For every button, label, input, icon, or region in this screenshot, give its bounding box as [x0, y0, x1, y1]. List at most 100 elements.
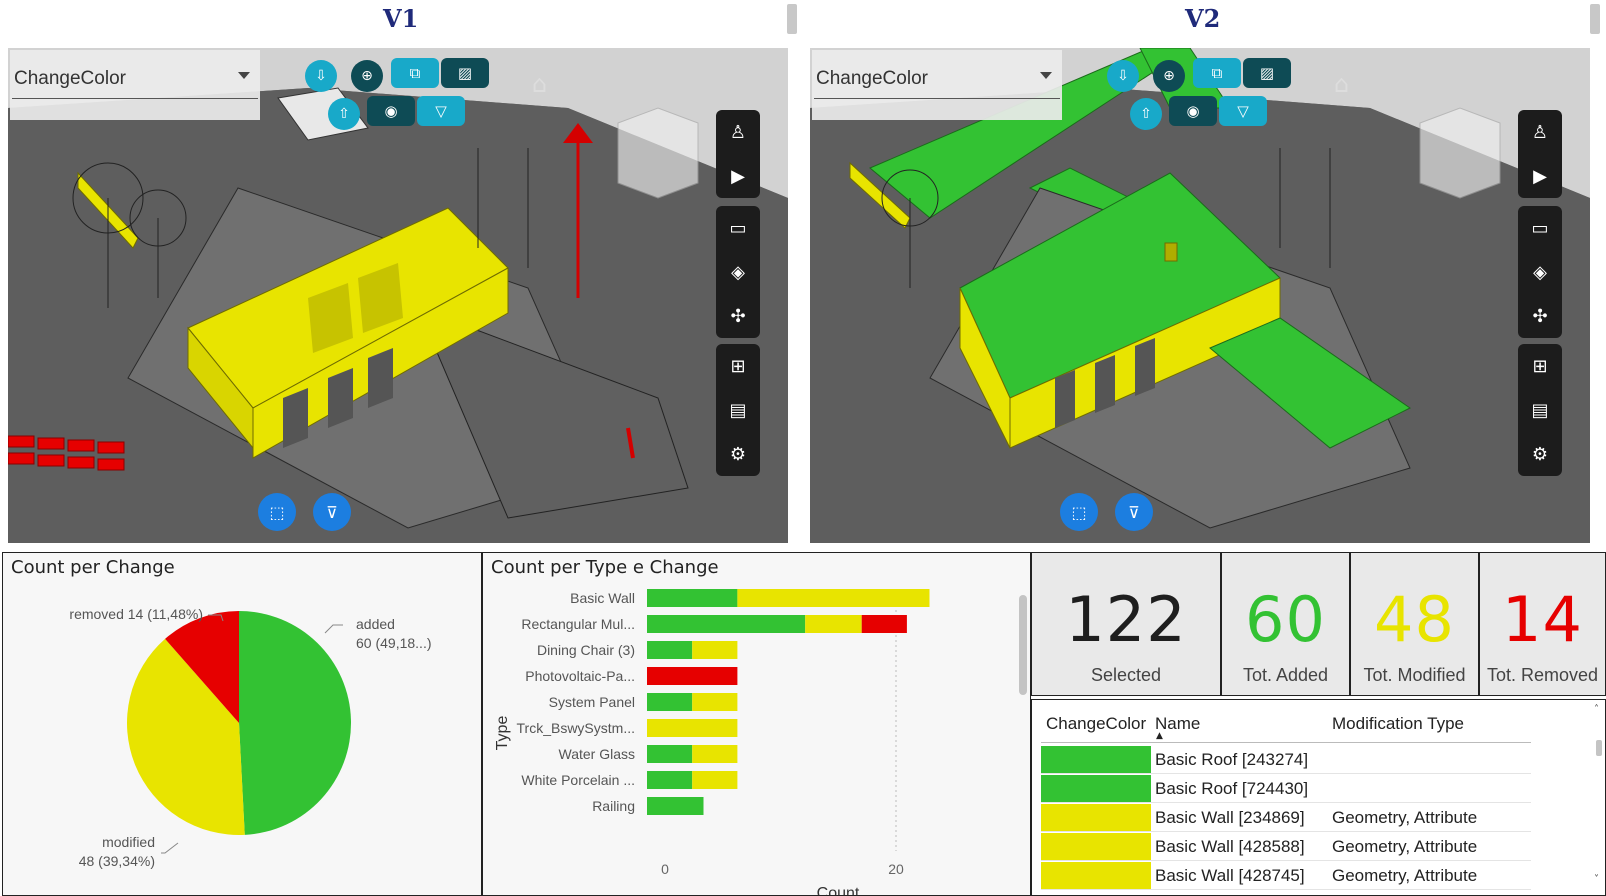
bar-segment-modified[interactable] — [692, 745, 738, 763]
bar-segment-modified[interactable] — [805, 615, 862, 633]
kpi-selected-label: Selected — [1090, 665, 1162, 685]
settings-icon[interactable]: ⚙ — [716, 432, 760, 476]
bar-segment-modified[interactable] — [692, 641, 738, 659]
leader-line-modified — [161, 842, 179, 854]
bar-segment-added[interactable] — [647, 771, 693, 789]
bar-segment-modified[interactable] — [692, 693, 738, 711]
bar-segment-modified[interactable] — [647, 719, 738, 737]
bar-category-label: Basic Wall — [570, 590, 635, 606]
focus-button[interactable]: ⊕ — [351, 60, 383, 92]
hatch-button[interactable]: ▨ — [441, 58, 489, 88]
navigation-toolbar: ♙ ▶ — [716, 110, 760, 198]
column-header-modification-type[interactable]: Modification Type — [1332, 714, 1464, 734]
target-icon: ◉ — [1186, 102, 1200, 120]
viewer-v2[interactable]: ChangeColor ⇩ ⊕ ⧉ ▨ ⇧ ◉ ▽ ⌂ ♙ ▶ ▭ ◈ ✣ ⊞ … — [810, 48, 1590, 543]
dropdown-value: ChangeColor — [816, 68, 928, 89]
table-row[interactable]: Basic Wall [234869] Geometry, Attribute — [1041, 803, 1531, 832]
expand-up-icon: ⇧ — [1140, 106, 1152, 122]
x-tick-20: 20 — [888, 861, 904, 877]
pie-chart-panel: Count per Change removed 14 (11,48%) add… — [2, 552, 482, 896]
copy-button[interactable]: ⧉ — [391, 58, 439, 88]
camera-icon[interactable]: ▶ — [716, 154, 760, 198]
table-row[interactable]: Basic Roof [724430] — [1041, 774, 1531, 803]
v1-title: V1 — [383, 4, 419, 33]
home-icon[interactable]: ⌂ — [532, 70, 547, 98]
focus-button[interactable]: ⊕ — [1153, 60, 1185, 92]
scrollbar-handle[interactable] — [787, 4, 797, 34]
expand-down-button[interactable]: ⇩ — [1107, 60, 1139, 92]
bar-chart-panel: Count per Type e Change Basic Wall Rectan… — [482, 552, 1031, 896]
properties-icon[interactable]: ▤ — [1518, 388, 1562, 432]
kpi-added-value: 60 — [1245, 583, 1326, 656]
bar-segment-modified[interactable] — [692, 771, 738, 789]
bar-segment-added[interactable] — [647, 797, 704, 815]
x-axis-label: Count — [817, 885, 860, 895]
tree-icon[interactable]: ⊞ — [716, 344, 760, 388]
bar-category-label: Rectangular Mul... — [521, 616, 635, 632]
clear-filter-button[interactable]: ⊽ — [1115, 493, 1153, 531]
filter-button[interactable]: ▽ — [1219, 96, 1267, 126]
table-scrollbar[interactable]: ˄ ˅ — [1593, 704, 1605, 892]
explode-icon[interactable]: ✣ — [1518, 294, 1562, 338]
cube-icon[interactable]: ◈ — [716, 250, 760, 294]
pie-label-removed: removed 14 (11,48%) — [69, 606, 203, 622]
bar-chart: Basic Wall Rectangular Mul... Dining Chair… — [494, 589, 1027, 895]
scrollbar-thumb[interactable] — [1596, 740, 1602, 756]
expand-up-button[interactable]: ⇧ — [1130, 98, 1162, 130]
bar-segment-added[interactable] — [647, 615, 806, 633]
ruler-icon[interactable]: ▭ — [1518, 206, 1562, 250]
explode-icon[interactable]: ✣ — [716, 294, 760, 338]
table-row[interactable]: Basic Wall [428588] Geometry, Attribute — [1041, 832, 1531, 861]
row-modification-type: Geometry, Attribute — [1332, 808, 1478, 827]
column-header-changecolor[interactable]: ChangeColor — [1046, 714, 1146, 734]
changecolor-dropdown[interactable]: ChangeColor — [10, 50, 260, 120]
scrollbar-handle[interactable] — [1590, 4, 1600, 34]
select-box-button[interactable]: ⬚ — [258, 493, 296, 531]
target-button[interactable]: ◉ — [367, 96, 415, 126]
select-box-button[interactable]: ⬚ — [1060, 493, 1098, 531]
header-underline — [1041, 742, 1531, 743]
bar-segment-added[interactable] — [647, 589, 738, 607]
bar-category-label: Trck_BswySystm... — [517, 720, 636, 736]
bar-chart-scrollbar[interactable] — [1019, 595, 1027, 695]
pie-slice-added[interactable] — [239, 611, 352, 835]
y-axis-label: Type — [494, 716, 511, 751]
properties-icon[interactable]: ▤ — [716, 388, 760, 432]
cube-icon[interactable]: ◈ — [1518, 250, 1562, 294]
bar-segment-added[interactable] — [647, 693, 693, 711]
bar-category-label: Water Glass — [559, 746, 636, 762]
scroll-up-icon[interactable]: ˄ — [1594, 704, 1599, 715]
dropdown-value: ChangeColor — [14, 68, 126, 89]
copy-icon: ⧉ — [1211, 64, 1223, 82]
bar-segment-added[interactable] — [647, 641, 693, 659]
viewer-v1[interactable]: ChangeColor ⇩ ⊕ ⧉ ▨ ⇧ ◉ ▽ ⌂ ♙ ▶ ▭ ◈ ✣ ⊞ … — [8, 48, 788, 543]
scroll-down-icon[interactable]: ˅ — [1594, 874, 1599, 885]
walk-icon[interactable]: ♙ — [1518, 110, 1562, 154]
tree-icon[interactable]: ⊞ — [1518, 344, 1562, 388]
copy-button[interactable]: ⧉ — [1193, 58, 1241, 88]
kpi-modified-label: Tot. Modified — [1363, 665, 1466, 685]
table-row[interactable]: Basic Roof [243274] — [1041, 745, 1531, 774]
view-cube-icon[interactable] — [617, 107, 699, 199]
expand-up-button[interactable]: ⇧ — [328, 98, 360, 130]
view-cube-icon[interactable] — [1419, 107, 1501, 199]
expand-down-button[interactable]: ⇩ — [305, 60, 337, 92]
camera-icon[interactable]: ▶ — [1518, 154, 1562, 198]
clear-filter-icon: ⊽ — [326, 502, 338, 522]
filter-button[interactable]: ▽ — [417, 96, 465, 126]
changecolor-dropdown[interactable]: ChangeColor — [812, 50, 1062, 120]
changes-table: ChangeColor Name ▲ Modification Type Bas… — [1031, 699, 1606, 896]
bar-segment-added[interactable] — [647, 745, 693, 763]
bar-segment-modified[interactable] — [737, 589, 930, 607]
settings-icon[interactable]: ⚙ — [1518, 432, 1562, 476]
ruler-icon[interactable]: ▭ — [716, 206, 760, 250]
target-button[interactable]: ◉ — [1169, 96, 1217, 126]
walk-icon[interactable]: ♙ — [716, 110, 760, 154]
clear-filter-button[interactable]: ⊽ — [313, 493, 351, 531]
hatch-button[interactable]: ▨ — [1243, 58, 1291, 88]
bar-category-label: White Porcelain ... — [521, 772, 635, 788]
bar-segment-removed[interactable] — [647, 667, 738, 685]
bar-segment-removed[interactable] — [861, 615, 907, 633]
table-row[interactable]: Basic Wall [428745] Geometry, Attribute — [1041, 861, 1531, 890]
home-icon[interactable]: ⌂ — [1334, 70, 1349, 98]
